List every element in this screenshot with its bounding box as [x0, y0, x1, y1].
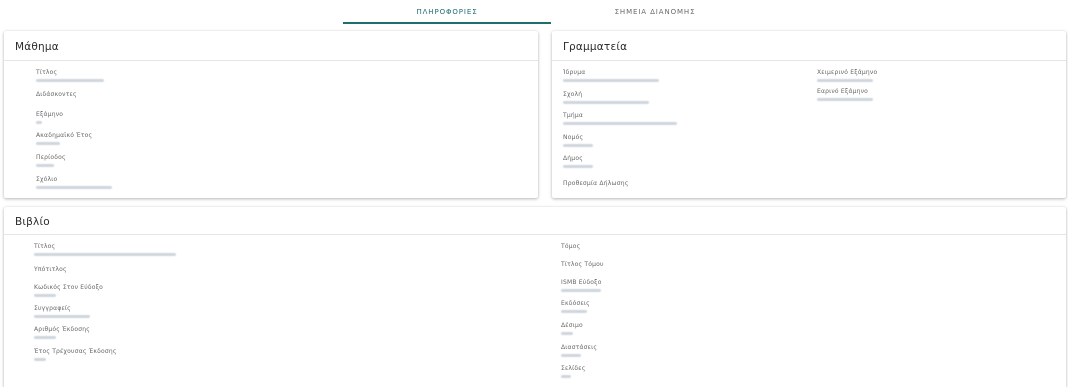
- divider: [4, 60, 538, 61]
- course-period-field: Περίοδος: [36, 154, 66, 167]
- field-label: Σελίδες: [561, 365, 586, 372]
- eudoxus-code-field: Κωδικός Στον Εύδοξο: [34, 284, 103, 297]
- book-card-title: Βιβλίο: [15, 216, 50, 228]
- field-value: [36, 79, 104, 82]
- tab-distribution-points[interactable]: ΣΗΜΕΙΑ ΔΙΑΝΟΜΗΣ: [551, 0, 759, 24]
- dimensions-field: Διαστάσεις: [561, 344, 597, 357]
- field-value: [34, 315, 90, 318]
- field-value: [561, 375, 571, 378]
- field-label: ISMB Εύδοξο: [561, 279, 602, 286]
- field-value: [561, 310, 587, 313]
- field-label: Δέσιμο: [561, 322, 583, 329]
- field-label: Διδάσκοντες: [36, 91, 77, 98]
- field-label: Εαρινό Εξάμηνο: [817, 88, 869, 95]
- field-value: [563, 122, 677, 125]
- course-title-field: Τίτλος: [36, 69, 104, 82]
- secretariat-card: Γραμματεία Ίδρυμα Σχολή Τμήμα Νομός Δήμο…: [552, 31, 1066, 198]
- field-value: [36, 142, 60, 145]
- field-value: [563, 144, 593, 147]
- course-card-title: Μάθημα: [15, 41, 59, 53]
- field-label: Τόμος: [561, 243, 581, 250]
- book-title-field: Τίτλος: [34, 243, 176, 256]
- field-value: [34, 336, 56, 339]
- field-label: Υπότιτλος: [34, 266, 67, 273]
- field-value: [817, 98, 873, 101]
- department-field: Τμήμα: [563, 112, 677, 125]
- field-label: Συγγραφείς: [34, 305, 71, 312]
- field-value: [561, 354, 581, 357]
- field-label: Αριθμός Έκδοσης: [34, 326, 91, 333]
- school-field: Σχολή: [563, 91, 649, 104]
- isbn-eudoxus-field: ISMB Εύδοξο: [561, 279, 602, 292]
- field-label: Κωδικός Στον Εύδοξο: [34, 284, 104, 291]
- pages-field: Σελίδες: [561, 365, 585, 378]
- course-academic-year-field: Ακαδημαϊκό Έτος: [36, 132, 92, 145]
- field-label: Ίδρυμα: [563, 69, 586, 76]
- field-label: Δήμος: [563, 155, 583, 162]
- course-comment-field: Σχόλιο: [36, 176, 112, 189]
- field-label: Τίτλος: [34, 243, 56, 250]
- course-instructors-field: Διδάσκοντες: [36, 91, 77, 98]
- field-label: Προθεσμία Δήλωσης: [563, 180, 629, 187]
- field-label: Έτος Τρέχουσας Έκδοσης: [34, 348, 117, 355]
- volume-field: Τόμος: [561, 243, 580, 250]
- book-subtitle-field: Υπότιτλος: [34, 266, 67, 273]
- field-value: [34, 253, 176, 256]
- field-value: [34, 358, 46, 361]
- field-value: [36, 164, 54, 167]
- divider: [552, 60, 1066, 61]
- field-value: [36, 121, 42, 124]
- field-label: Περίοδος: [36, 154, 66, 161]
- edition-number-field: Αριθμός Έκδοσης: [34, 326, 90, 339]
- field-value: [561, 289, 601, 292]
- book-card: Βιβλίο Τίτλος Υπότιτλος Κωδικός Στον Εύδ…: [4, 207, 1066, 387]
- municipality-field: Δήμος: [563, 155, 593, 168]
- secretariat-card-title: Γραμματεία: [563, 41, 628, 53]
- current-edition-year-field: Έτος Τρέχουσας Έκδοσης: [34, 348, 117, 361]
- deadline-field: Προθεσμία Δήλωσης: [563, 180, 628, 187]
- field-label: Τίτλος Τόμου: [561, 261, 604, 268]
- institution-field: Ίδρυμα: [563, 69, 659, 82]
- publisher-field: Εκδόσεις: [561, 300, 590, 313]
- field-value: [563, 101, 649, 104]
- field-label: Εκδόσεις: [561, 300, 590, 307]
- field-value: [563, 79, 659, 82]
- field-label: Τμήμα: [563, 112, 584, 119]
- winter-semester-field: Χειμερινό Εξάμηνο: [817, 69, 877, 82]
- field-label: Τίτλος: [36, 69, 58, 76]
- authors-field: Συγγραφείς: [34, 305, 90, 318]
- course-semester-field: Εξάμηνο: [36, 111, 63, 124]
- course-card: Μάθημα Τίτλος Διδάσκοντες Εξάμηνο Ακαδημ…: [4, 31, 538, 198]
- field-label: Χειμερινό Εξάμηνο: [817, 69, 878, 76]
- field-value: [817, 79, 873, 82]
- field-label: Νομός: [563, 134, 584, 141]
- field-label: Ακαδημαϊκό Έτος: [36, 132, 93, 139]
- field-label: Διαστάσεις: [561, 344, 598, 351]
- divider: [4, 234, 1066, 235]
- field-value: [34, 294, 56, 297]
- tab-info[interactable]: ΠΛΗΡΟΦΟΡΙΕΣ: [343, 0, 551, 24]
- field-value: [561, 332, 573, 335]
- volume-title-field: Τίτλος Τόμου: [561, 261, 604, 268]
- field-value: [563, 165, 593, 168]
- binding-field: Δέσιμο: [561, 322, 583, 335]
- field-label: Εξάμηνο: [36, 111, 64, 118]
- field-label: Σχόλιο: [36, 176, 58, 183]
- field-label: Σχολή: [563, 91, 583, 98]
- spring-semester-field: Εαρινό Εξάμηνο: [817, 88, 873, 101]
- tab-bar: ΠΛΗΡΟΦΟΡΙΕΣ ΣΗΜΕΙΑ ΔΙΑΝΟΜΗΣ: [0, 0, 1068, 24]
- field-value: [36, 186, 112, 189]
- prefecture-field: Νομός: [563, 134, 593, 147]
